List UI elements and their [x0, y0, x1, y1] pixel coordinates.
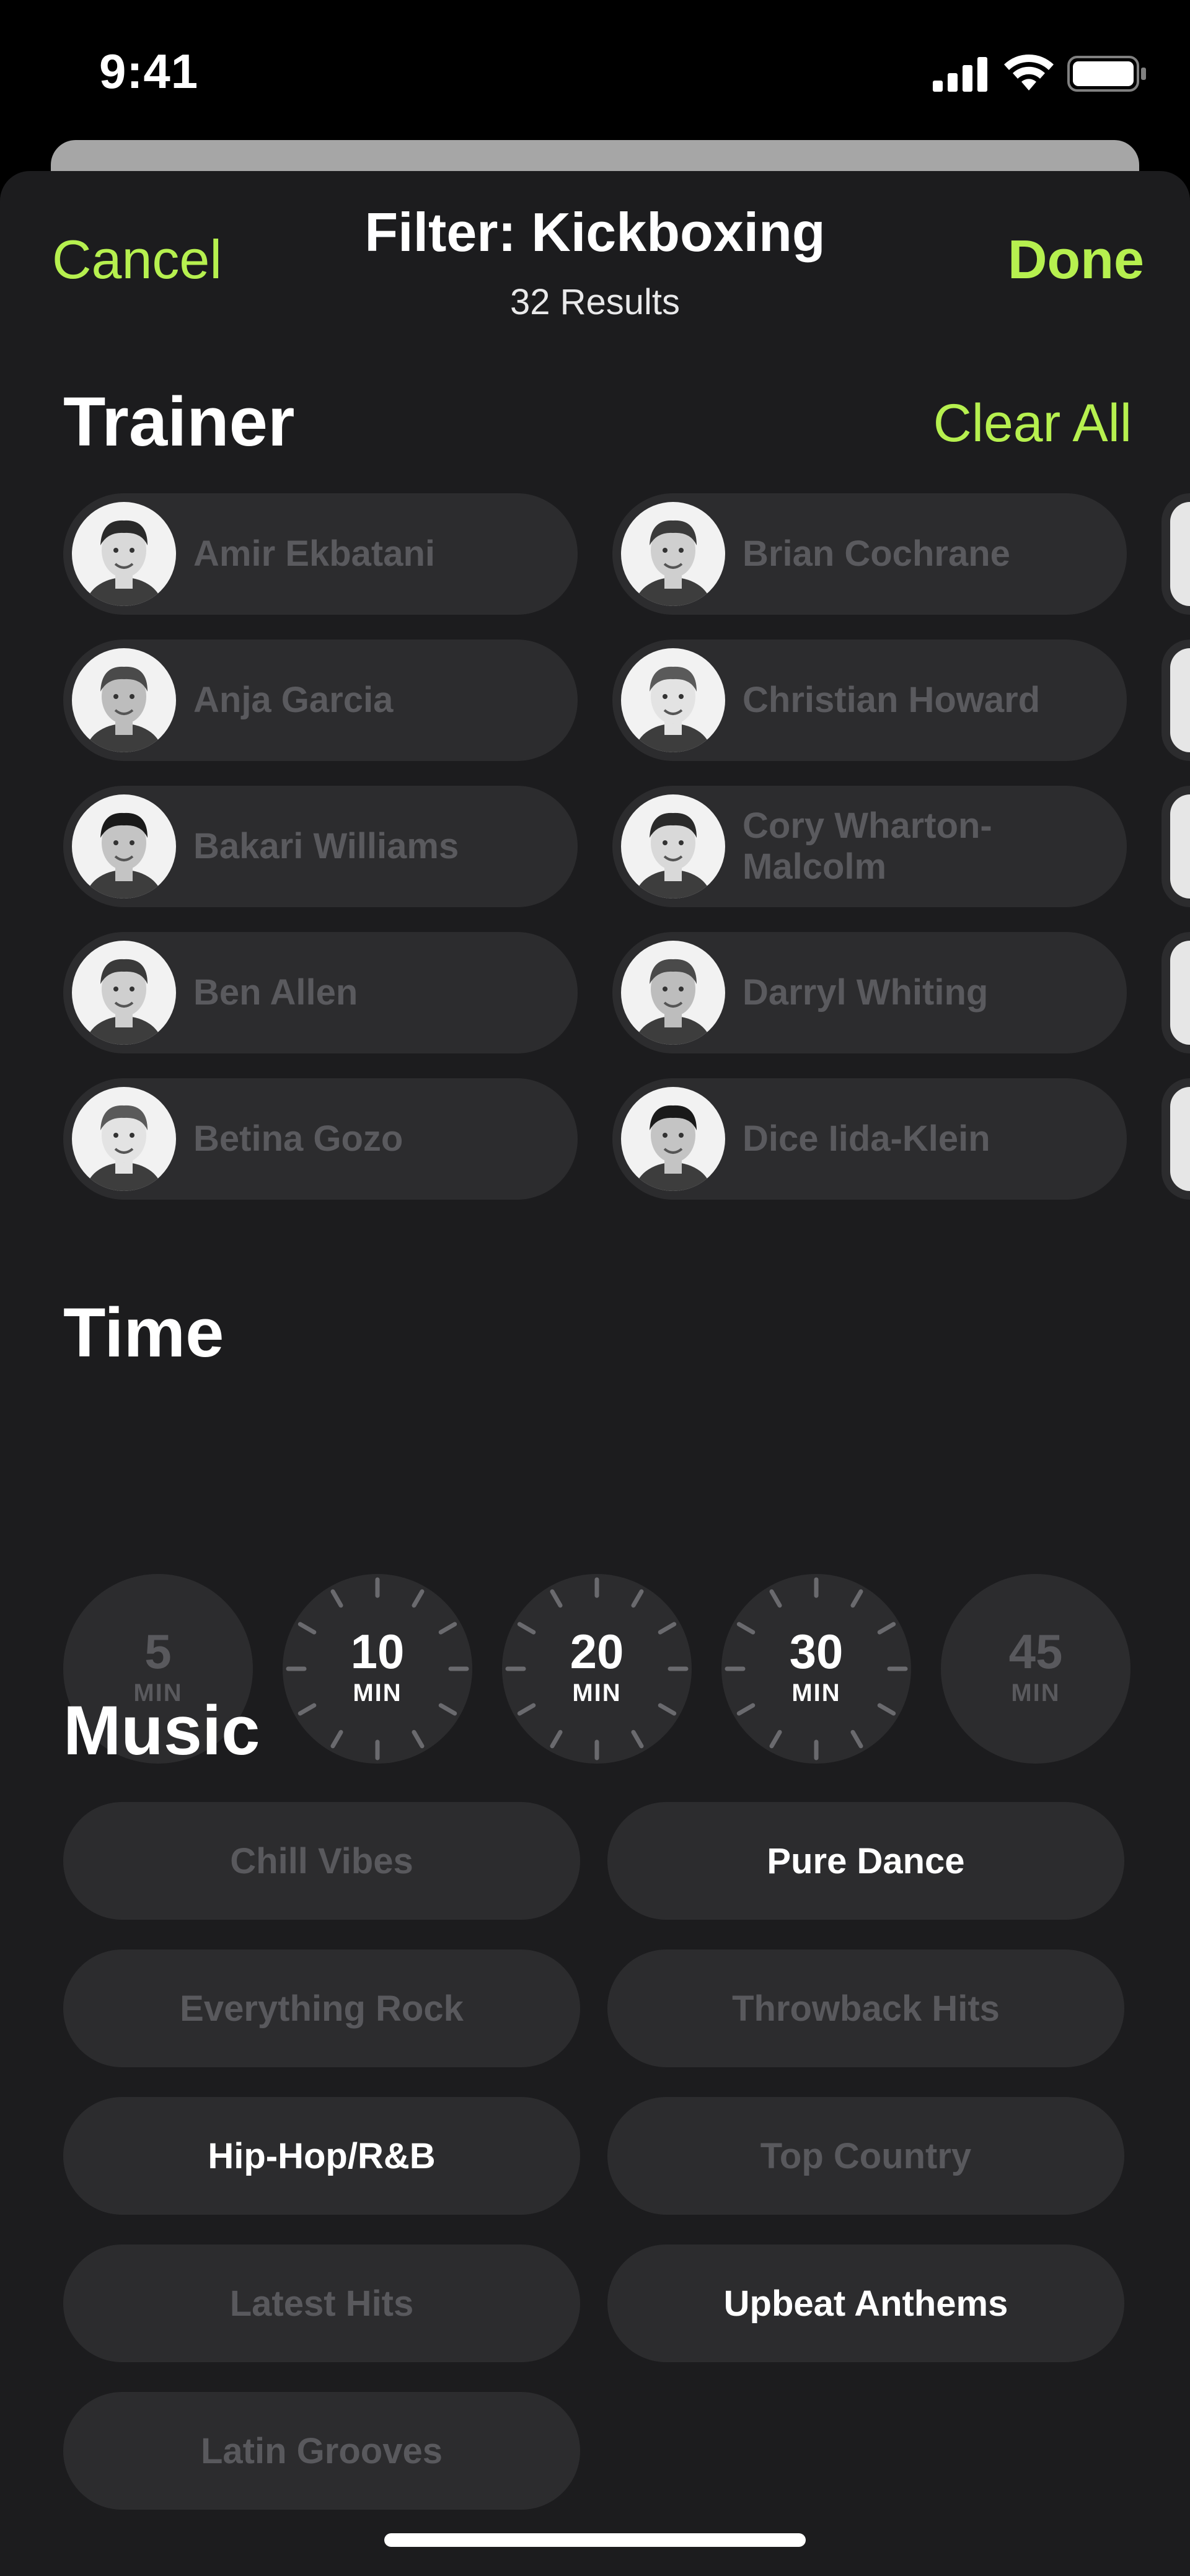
trainer-avatar — [72, 794, 176, 899]
trainer-pill-darryl-whiting[interactable]: Darryl Whiting — [612, 932, 1127, 1053]
trainer-avatar — [1170, 1087, 1190, 1191]
trainer-avatar — [1170, 794, 1190, 899]
trainer-pill-betina-gozo[interactable]: Betina Gozo — [63, 1078, 578, 1200]
cellular-signal-icon — [933, 57, 989, 95]
time-section-title: Time — [63, 1294, 224, 1371]
trainer-name: Anja Garcia — [193, 680, 394, 720]
time-value: 45 — [1008, 1624, 1063, 1679]
trainer-name: Dice Iida-Klein — [743, 1119, 990, 1159]
status-bar-time: 9:41 — [99, 44, 199, 99]
music-chip-latest-hits[interactable]: Latest Hits — [63, 2244, 580, 2362]
trainer-name: Bakari Williams — [193, 826, 459, 866]
trainer-name: Amir Ekbatani — [193, 534, 435, 574]
battery-icon — [1067, 56, 1148, 95]
trainer-name: Cory Wharton-Malcolm — [743, 806, 992, 887]
trainer-avatar — [1170, 941, 1190, 1045]
time-unit: MIN — [1011, 1679, 1060, 1707]
time-value: 30 — [789, 1624, 844, 1679]
music-chip-upbeat-anthems[interactable]: Upbeat Anthems — [607, 2244, 1124, 2362]
clear-all-button[interactable]: Clear All — [933, 393, 1132, 454]
music-section-title: Music — [63, 1692, 260, 1769]
music-chip-throwback-hits[interactable]: Throwback Hits — [607, 1950, 1124, 2067]
trainer-name: Brian Cochrane — [743, 534, 1010, 574]
trainer-avatar — [72, 648, 176, 752]
trainer-pill-christian-howard[interactable]: Christian Howard — [612, 640, 1127, 761]
trainer-pill-offscreen[interactable] — [1161, 493, 1190, 615]
time-unit: MIN — [353, 1679, 402, 1707]
trainer-avatar — [1170, 502, 1190, 606]
music-chip-hip-hop-r-b[interactable]: Hip-Hop/R&B — [63, 2097, 580, 2215]
home-indicator — [384, 2533, 806, 2547]
trainer-pill-amir-ekbatani[interactable]: Amir Ekbatani — [63, 493, 578, 615]
wifi-icon — [1004, 55, 1054, 95]
trainer-name: Ben Allen — [193, 972, 358, 1013]
time-option-45-min[interactable]: 45 MIN — [941, 1574, 1130, 1764]
trainer-pill-ben-allen[interactable]: Ben Allen — [63, 932, 578, 1053]
trainer-section-title: Trainer — [63, 383, 295, 460]
trainer-pill-brian-cochrane[interactable]: Brian Cochrane — [612, 493, 1127, 615]
time-unit: MIN — [791, 1679, 841, 1707]
trainer-avatar — [72, 941, 176, 1045]
trainer-pill-offscreen[interactable] — [1161, 932, 1190, 1053]
trainer-avatar — [621, 502, 725, 606]
music-chip-latin-grooves[interactable]: Latin Grooves — [63, 2392, 580, 2510]
filter-sheet: Cancel Filter: Kickboxing 32 Results Don… — [0, 171, 1190, 2576]
trainer-pill-cory-wharton-malcolm[interactable]: Cory Wharton-Malcolm — [612, 786, 1127, 907]
trainer-avatar — [621, 1087, 725, 1191]
trainer-avatar — [72, 1087, 176, 1191]
time-option-30-min[interactable]: 30 MIN — [721, 1574, 911, 1764]
music-chip-top-country[interactable]: Top Country — [607, 2097, 1124, 2215]
time-option-20-min[interactable]: 20 MIN — [502, 1574, 692, 1764]
trainer-pill-bakari-williams[interactable]: Bakari Williams — [63, 786, 578, 907]
trainer-pill-offscreen[interactable] — [1161, 1078, 1190, 1200]
time-option-10-min[interactable]: 10 MIN — [283, 1574, 472, 1764]
trainer-pill-dice-iida-klein[interactable]: Dice Iida-Klein — [612, 1078, 1127, 1200]
trainer-avatar — [621, 794, 725, 899]
trainer-pill-offscreen[interactable] — [1161, 786, 1190, 907]
trainer-name: Darryl Whiting — [743, 972, 989, 1013]
time-value: 10 — [350, 1624, 405, 1679]
music-chip-pure-dance[interactable]: Pure Dance — [607, 1802, 1124, 1920]
trainer-name: Betina Gozo — [193, 1119, 403, 1159]
time-unit: MIN — [572, 1679, 622, 1707]
music-chip-chill-vibes[interactable]: Chill Vibes — [63, 1802, 580, 1920]
trainer-avatar — [72, 502, 176, 606]
trainer-avatar — [1170, 648, 1190, 752]
music-chip-everything-rock[interactable]: Everything Rock — [63, 1950, 580, 2067]
trainer-avatar — [621, 648, 725, 752]
trainer-pill-offscreen[interactable] — [1161, 640, 1190, 761]
done-button[interactable]: Done — [1008, 228, 1144, 291]
trainer-avatar — [621, 941, 725, 1045]
trainer-pill-anja-garcia[interactable]: Anja Garcia — [63, 640, 578, 761]
time-value: 5 — [144, 1624, 172, 1679]
trainer-name: Christian Howard — [743, 680, 1041, 720]
time-value: 20 — [570, 1624, 624, 1679]
